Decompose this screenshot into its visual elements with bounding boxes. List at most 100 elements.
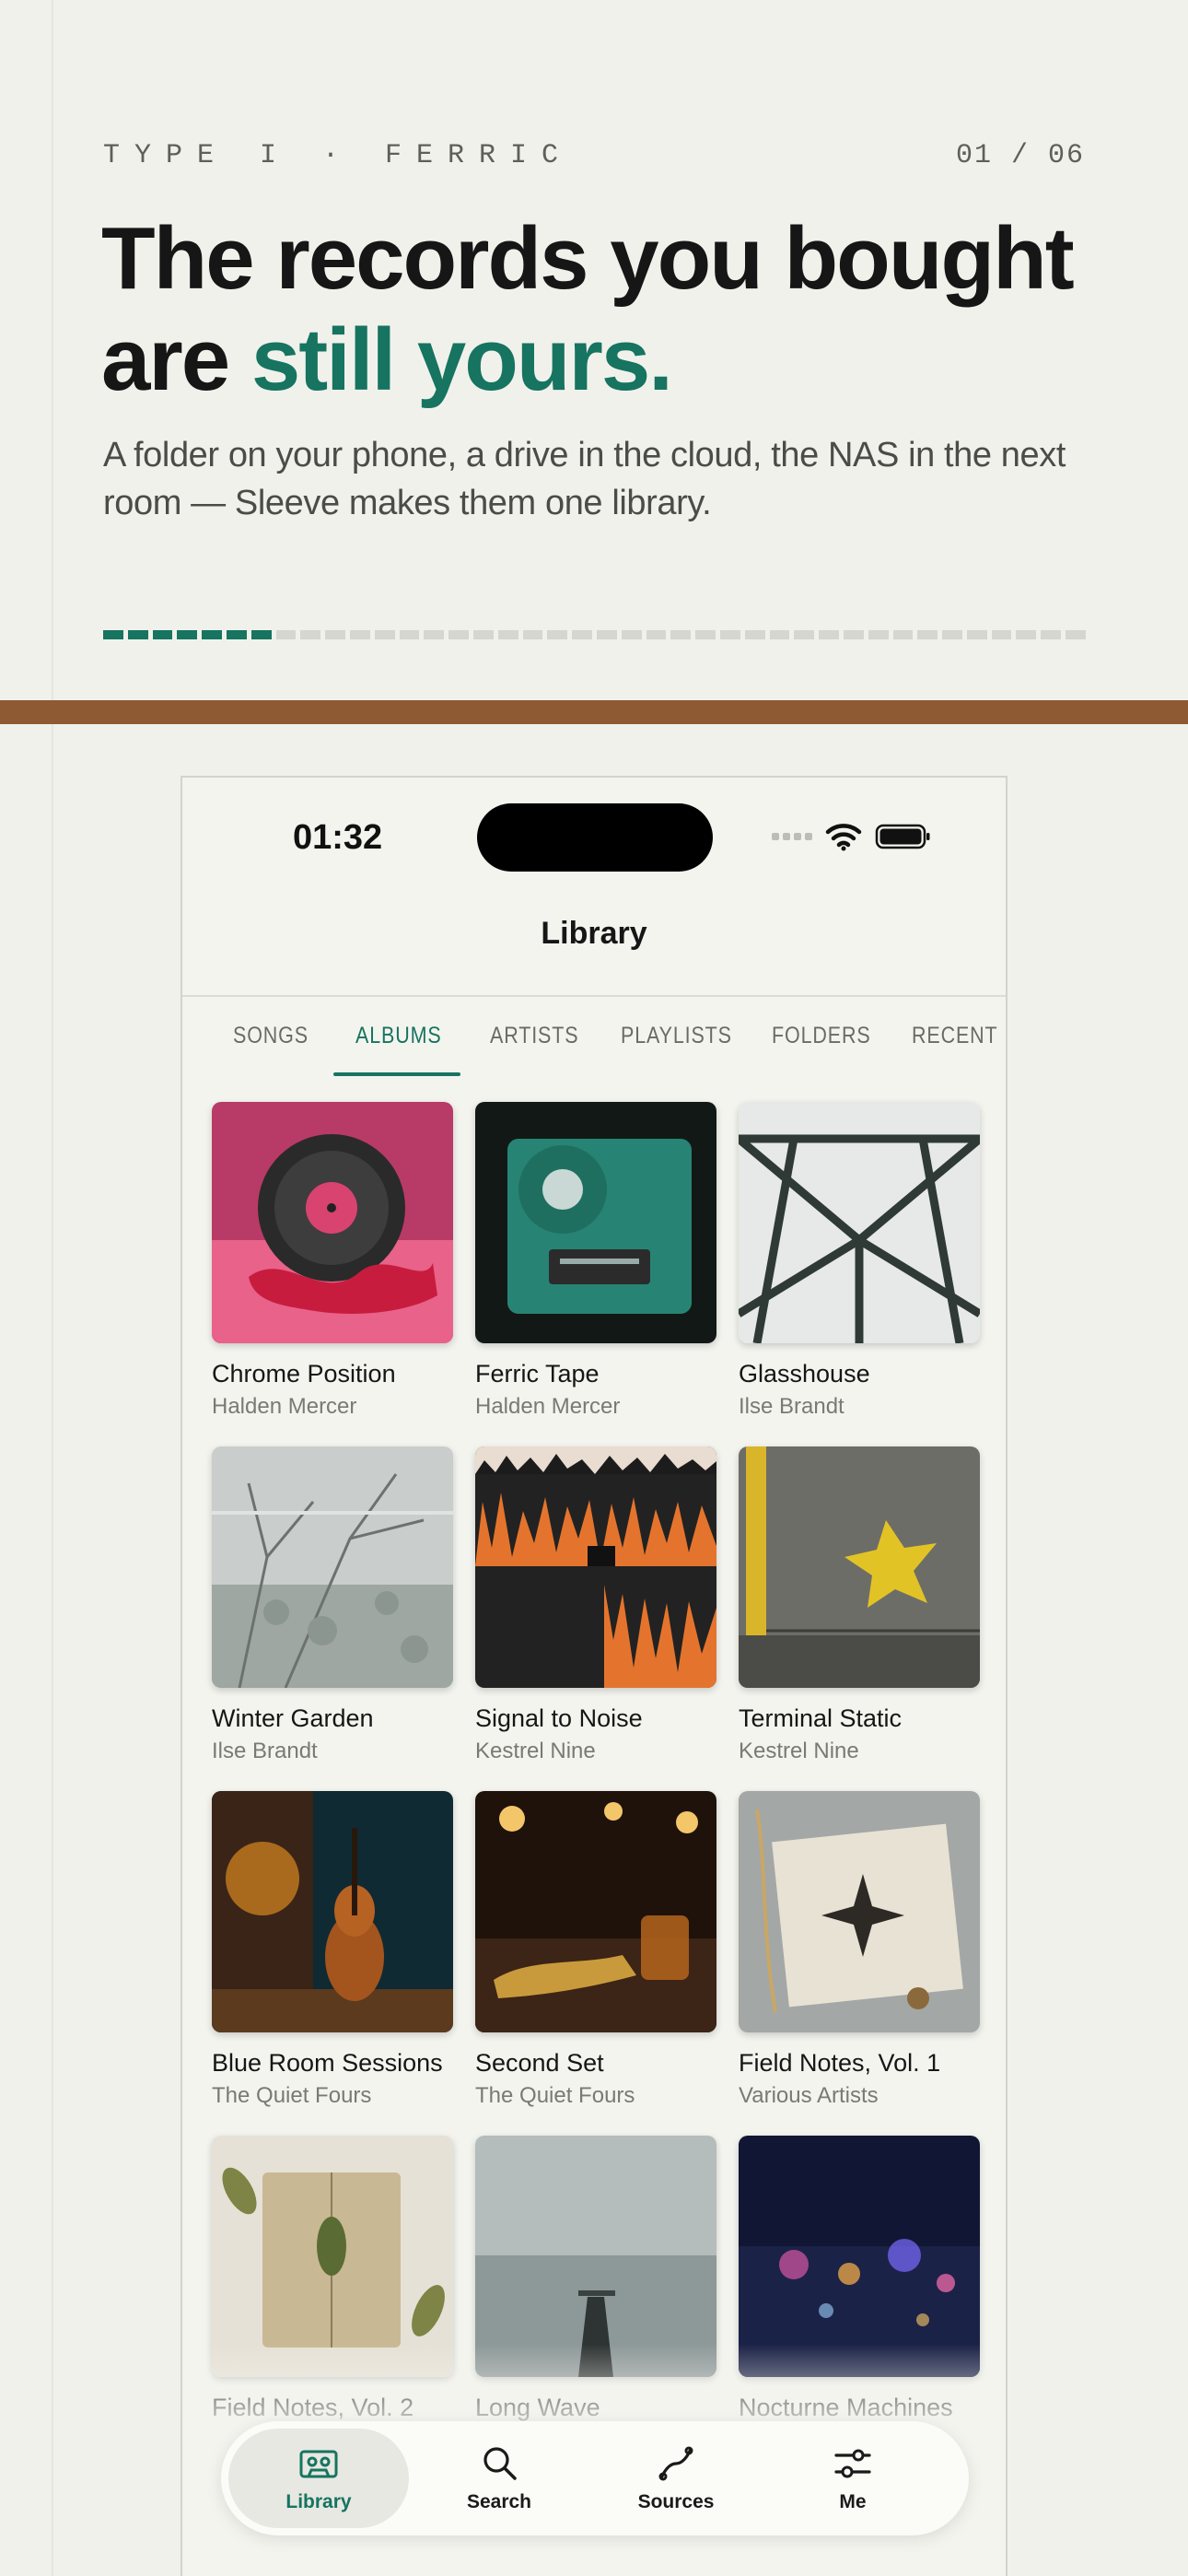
signal-icon <box>772 833 812 840</box>
album-artist: Various Artists <box>739 2083 879 2108</box>
progress-segment <box>744 630 765 639</box>
album-title: Field Notes, Vol. 2 <box>212 2394 414 2421</box>
tab-songs[interactable]: SONGS <box>233 1023 309 1049</box>
lede-text: A folder on your phone, a drive in the c… <box>103 436 1066 522</box>
album-art <box>739 1102 980 1343</box>
album-art <box>212 2136 453 2377</box>
library-title: Library <box>541 916 647 951</box>
battery-icon <box>875 824 930 849</box>
album-card[interactable]: Blue Room Sessions The Quiet Fours <box>212 1791 453 2109</box>
album-art <box>739 1791 980 2032</box>
progress-segment <box>991 630 1012 639</box>
divider-band <box>0 700 1188 724</box>
progress-segment <box>917 630 938 639</box>
album-art <box>739 1446 980 1688</box>
progress-segment <box>843 630 864 639</box>
album-card[interactable]: Field Notes, Vol. 2 <box>212 2136 453 2428</box>
progress-segment <box>646 630 667 639</box>
album-artist: The Quiet Fours <box>475 2083 635 2108</box>
page-counter: 01 / 06 <box>955 140 1085 171</box>
tabbar-me[interactable]: Me <box>763 2429 943 2528</box>
album-card[interactable]: Winter Garden Ilse Brandt <box>212 1446 453 1764</box>
wifi-icon <box>825 824 862 851</box>
progress-segment <box>472 630 494 639</box>
bottom-tab-bar: Library Search Sources Me <box>221 2421 969 2535</box>
progress-segment <box>1016 630 1037 639</box>
headline-accent: still yours. <box>250 310 673 409</box>
progress-segment <box>942 630 962 639</box>
progress-segment <box>769 630 790 639</box>
album-title: Winter Garden <box>212 1704 374 1732</box>
progress-segment <box>399 630 420 639</box>
album-title: Signal to Noise <box>475 1704 643 1732</box>
onboarding-hero: TYPE I · FERRIC 01 / 06 The records you … <box>0 0 1188 700</box>
album-card[interactable]: Chrome Position Halden Mercer <box>212 1102 453 1420</box>
progress-segment <box>226 630 247 639</box>
tabbar-label: Me <box>839 2491 867 2512</box>
album-artist: Kestrel Nine <box>739 1739 859 1763</box>
headline: The records you bought are still yours. <box>101 208 1105 411</box>
album-card[interactable]: Second Set The Quiet Fours <box>475 1791 716 2109</box>
progress-segment <box>177 630 198 639</box>
tabbar-label: Library <box>285 2491 352 2512</box>
progress-segment <box>1066 630 1086 639</box>
tabbar-label: Sources <box>637 2491 715 2512</box>
tabbar-search[interactable]: Search <box>409 2429 589 2528</box>
album-title: Chrome Position <box>212 1360 396 1388</box>
progress-segment <box>719 630 740 639</box>
library-tabs: SONGS ALBUMS ARTISTS PLAYLISTS FOLDERS R… <box>182 1023 1006 1069</box>
album-artist: Ilse Brandt <box>739 1394 844 1419</box>
onboarding-progress <box>103 630 1086 639</box>
progress-segment <box>522 630 543 639</box>
nav-divider <box>182 995 1006 997</box>
progress-segment <box>250 630 272 639</box>
album-artist: Halden Mercer <box>212 1394 357 1419</box>
tabbar-sources[interactable]: Sources <box>586 2429 766 2528</box>
progress-segment <box>547 630 568 639</box>
active-tab-indicator <box>333 1072 460 1076</box>
tab-recent[interactable]: RECENT <box>912 1023 998 1049</box>
progress-segment <box>621 630 642 639</box>
status-icons <box>772 820 932 853</box>
album-artist: Ilse Brandt <box>212 1739 318 1763</box>
tab-albums[interactable]: ALBUMS <box>355 1023 442 1049</box>
tab-artists[interactable]: ARTISTS <box>490 1023 578 1049</box>
progress-segment <box>300 630 321 639</box>
album-card[interactable]: Long Wave <box>475 2136 716 2428</box>
tab-playlists[interactable]: PLAYLISTS <box>621 1023 732 1049</box>
album-title: Long Wave <box>475 2394 600 2421</box>
tabbar-library[interactable]: Library <box>228 2429 409 2528</box>
album-card[interactable]: Nocturne Machines <box>739 2136 980 2428</box>
tab-folders[interactable]: FOLDERS <box>772 1023 871 1049</box>
progress-segment <box>1041 630 1062 639</box>
headline-line-1: The records you bought <box>101 209 1075 308</box>
progress-segment <box>572 630 592 639</box>
album-title: Blue Room Sessions <box>212 2049 443 2077</box>
progress-segment <box>695 630 716 639</box>
progress-segment <box>596 630 617 639</box>
album-title: Second Set <box>475 2049 604 2077</box>
phone-mockup: 01:32 Library SONGS ALBUMS ARTISTS PLAYL… <box>181 776 1007 2576</box>
album-card[interactable]: Ferric Tape Halden Mercer <box>475 1102 716 1420</box>
album-card[interactable]: Signal to Noise Kestrel Nine <box>475 1446 716 1764</box>
dynamic-island <box>477 803 713 872</box>
album-art <box>212 1446 453 1688</box>
album-artist: Halden Mercer <box>475 1394 621 1419</box>
album-card[interactable]: Field Notes, Vol. 1 Various Artists <box>739 1791 980 2109</box>
progress-segment <box>152 630 173 639</box>
album-card[interactable]: Terminal Static Kestrel Nine <box>739 1446 980 1764</box>
album-card[interactable]: Glasshouse Ilse Brandt <box>739 1102 980 1420</box>
progress-segment <box>275 630 297 639</box>
cassette-icon <box>299 2450 338 2478</box>
album-art <box>475 1102 716 1343</box>
progress-segment <box>127 630 148 639</box>
progress-segment <box>670 630 692 639</box>
progress-segment <box>325 630 345 639</box>
album-art <box>212 1102 453 1343</box>
progress-segment <box>819 630 839 639</box>
progress-segment <box>349 630 370 639</box>
link-icon <box>658 2446 693 2481</box>
album-title: Terminal Static <box>739 1704 903 1732</box>
album-title: Glasshouse <box>739 1360 870 1388</box>
album-art <box>739 2136 980 2377</box>
